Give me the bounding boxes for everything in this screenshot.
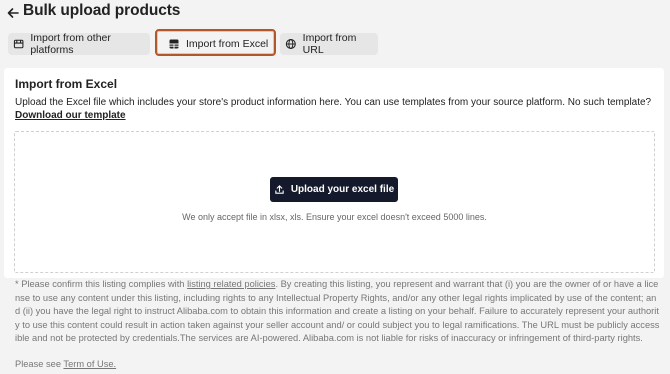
see-prefix: Please see (15, 359, 64, 369)
page-header: Bulk upload products (0, 0, 670, 28)
import-icon (13, 39, 24, 49)
file-format-note: We only accept file in xlsx, xls. Ensure… (182, 212, 487, 222)
terms-line: Please see Term of Use. (15, 359, 116, 369)
upload-excel-button[interactable]: Upload your excel file (270, 177, 398, 202)
page-title: Bulk upload products (23, 2, 181, 19)
excel-sheet-icon (169, 39, 179, 49)
card-description: Upload the Excel file which includes you… (15, 97, 652, 108)
file-dropzone[interactable]: Upload your excel file We only accept fi… (14, 131, 655, 273)
tab-import-other-platforms[interactable]: Import from other platforms (8, 32, 150, 56)
upload-button-label: Upload your excel file (290, 184, 395, 195)
tab-label: Import from other platforms (30, 32, 111, 56)
disclaimer-prefix: * Please confirm this listing complies w… (15, 279, 188, 289)
legal-disclaimer: * Please confirm this listing complies w… (15, 278, 660, 346)
arrow-left-icon[interactable] (5, 5, 21, 21)
card-title: Import from Excel (15, 77, 118, 91)
listing-policies-link[interactable]: listing related policies (187, 279, 275, 289)
globe-icon (285, 38, 296, 50)
tab-import-excel[interactable]: Import from Excel (156, 33, 274, 55)
import-excel-card: Import from Excel Upload the Excel file … (4, 68, 664, 278)
download-template-link[interactable]: Download our template (15, 110, 126, 121)
tab-label: Import from URL (302, 32, 357, 56)
tab-import-url[interactable]: Import from URL (280, 32, 378, 56)
tab-label: Import from Excel (186, 38, 269, 50)
upload-icon (275, 185, 284, 194)
terms-of-use-link[interactable]: Term of Use. (63, 359, 116, 369)
